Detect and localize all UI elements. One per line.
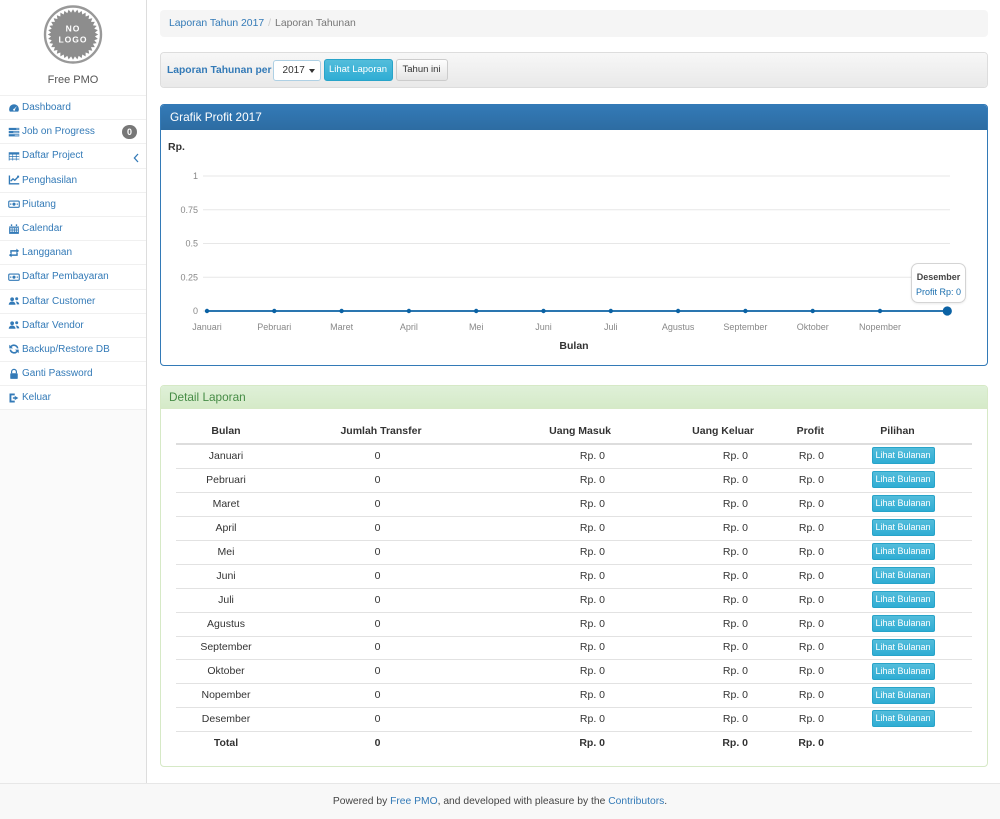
svg-text:Agustus: Agustus bbox=[662, 322, 695, 332]
svg-text:April: April bbox=[400, 322, 418, 332]
svg-text:Maret: Maret bbox=[330, 322, 354, 332]
svg-text:Januari: Januari bbox=[192, 322, 222, 332]
svg-text:Juni: Juni bbox=[535, 322, 552, 332]
svg-text:September: September bbox=[723, 322, 767, 332]
svg-text:0.5: 0.5 bbox=[185, 238, 198, 248]
svg-text:NO: NO bbox=[66, 24, 81, 34]
svg-text:Oktober: Oktober bbox=[797, 322, 829, 332]
svg-text:1: 1 bbox=[193, 171, 198, 181]
svg-text:Pebruari: Pebruari bbox=[257, 322, 291, 332]
svg-text:0.75: 0.75 bbox=[180, 204, 198, 214]
svg-text:0: 0 bbox=[193, 306, 198, 316]
svg-text:Juli: Juli bbox=[604, 322, 618, 332]
svg-text:Mei: Mei bbox=[469, 322, 484, 332]
svg-text:Nopember: Nopember bbox=[859, 322, 901, 332]
svg-text:0.25: 0.25 bbox=[180, 272, 198, 282]
svg-text:LOGO: LOGO bbox=[58, 35, 87, 45]
